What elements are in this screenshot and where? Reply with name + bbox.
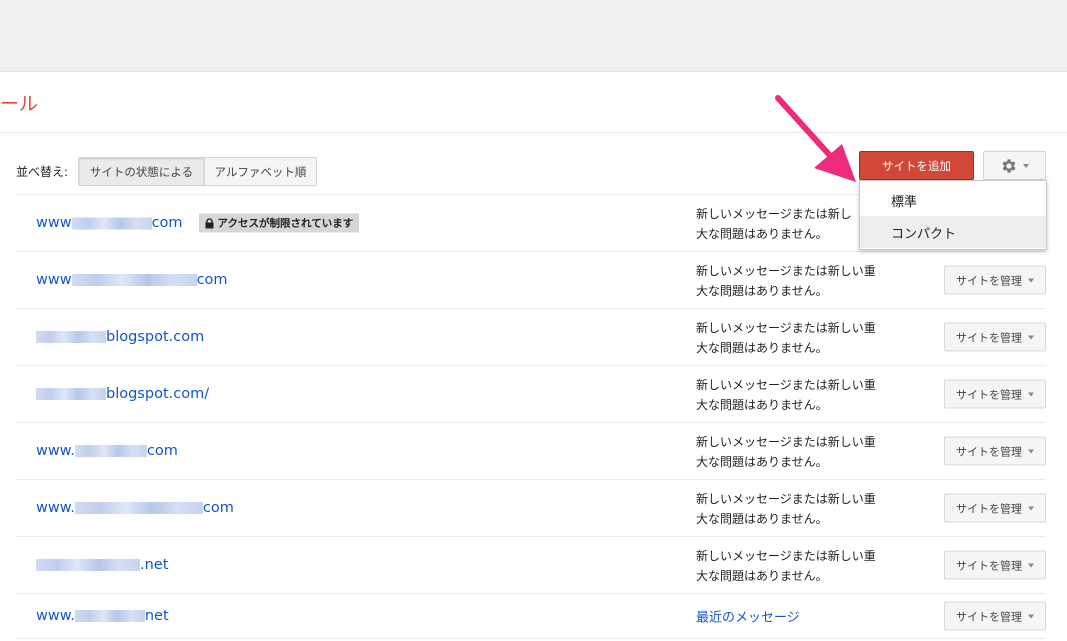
site-link[interactable]: .net bbox=[36, 557, 168, 573]
chevron-down-icon bbox=[1028, 506, 1034, 510]
redacted-text bbox=[36, 559, 140, 571]
site-message: 新しいメッセージまたは新しい重 大な問題はありません。 bbox=[696, 549, 876, 583]
site-message: 新しいメッセージまたは新しい重 大な問題はありません。 bbox=[696, 378, 876, 412]
site-message: 新しいメッセージまたは新しい重 大な問題はありません。 bbox=[696, 492, 876, 526]
status-badge: アクセスが制限されています bbox=[198, 213, 360, 233]
display-density-menu: 標準 コンパクト bbox=[859, 180, 1047, 250]
manage-site-button[interactable]: サイトを管理 bbox=[944, 550, 1046, 580]
lock-icon bbox=[205, 218, 214, 228]
site-message: 新しいメッセージまたは新しい重 大な問題はありません。 bbox=[696, 435, 876, 469]
manage-site-button[interactable]: サイトを管理 bbox=[944, 379, 1046, 409]
site-row: www. com 新しいメッセージまたは新しい重 大な問題はありません。 サイトを管… bbox=[16, 479, 1046, 536]
manage-site-button[interactable]: サイトを管理 bbox=[944, 493, 1046, 523]
site-row: blogspot.com/ 新しいメッセージまたは新しい重 大な問題はありません。… bbox=[16, 365, 1046, 422]
redacted-text bbox=[74, 445, 147, 457]
redacted-text bbox=[74, 610, 145, 622]
manage-site-button[interactable]: サイトを管理 bbox=[944, 436, 1046, 466]
title-divider bbox=[0, 132, 1067, 133]
site-message: 新しいメッセージまたは新しい重 大な問題はありません。 bbox=[696, 321, 876, 355]
chevron-down-icon bbox=[1028, 563, 1034, 567]
chevron-down-icon bbox=[1028, 392, 1034, 396]
page-title: ール bbox=[0, 93, 39, 115]
manage-site-button[interactable]: サイトを管理 bbox=[944, 322, 1046, 352]
site-link[interactable]: www com アクセスが制限されています bbox=[36, 213, 360, 233]
chevron-down-icon bbox=[1028, 449, 1034, 453]
sort-alphabetical-button[interactable]: アルファベット順 bbox=[204, 157, 317, 186]
site-row: .net 新しいメッセージまたは新しい重 大な問題はありません。 サイトを管理 bbox=[16, 536, 1046, 593]
site-row: www com 新しいメッセージまたは新しい重 大な問題はありません。 サイトを管理 bbox=[16, 251, 1046, 308]
chevron-down-icon bbox=[1028, 614, 1034, 618]
top-bar bbox=[0, 0, 1067, 72]
site-link[interactable]: blogspot.com bbox=[36, 329, 204, 345]
site-link[interactable]: blogspot.com/ bbox=[36, 386, 209, 402]
redacted-text bbox=[36, 331, 106, 343]
site-row: www. net 最近のメッセージ サイトを管理 bbox=[16, 593, 1046, 639]
sort-by-status-button[interactable]: サイトの状態による bbox=[78, 157, 205, 186]
add-site-button[interactable]: サイトを追加 bbox=[859, 151, 974, 180]
recent-messages-link[interactable]: 最近のメッセージ bbox=[696, 607, 800, 626]
site-link[interactable]: www. com bbox=[36, 500, 234, 516]
manage-site-button[interactable]: サイトを管理 bbox=[944, 265, 1046, 295]
redacted-text bbox=[71, 217, 152, 229]
site-link[interactable]: www. com bbox=[36, 443, 178, 459]
site-message: 新しいメッセージまたは新しい重 大な問題はありません。 bbox=[696, 264, 876, 298]
settings-button[interactable] bbox=[983, 151, 1046, 180]
site-row: blogspot.com 新しいメッセージまたは新しい重 大な問題はありません。 … bbox=[16, 308, 1046, 365]
site-row: www. com 新しいメッセージまたは新しい重 大な問題はありません。 サイトを管… bbox=[16, 422, 1046, 479]
manage-site-button[interactable]: サイトを管理 bbox=[944, 601, 1046, 631]
gear-icon bbox=[1002, 158, 1016, 173]
annotation-arrow bbox=[775, 95, 856, 182]
chevron-down-icon bbox=[1028, 335, 1034, 339]
site-link[interactable]: www com bbox=[36, 272, 228, 288]
menu-item-compact[interactable]: コンパクト bbox=[860, 216, 1046, 248]
site-link[interactable]: www. net bbox=[36, 608, 169, 624]
sort-label: 並べ替え: bbox=[16, 165, 69, 179]
chevron-down-icon bbox=[1023, 163, 1029, 168]
menu-item-standard[interactable]: 標準 bbox=[860, 184, 1046, 216]
chevron-down-icon bbox=[1028, 278, 1034, 282]
redacted-text bbox=[36, 388, 106, 400]
redacted-text bbox=[71, 274, 197, 286]
redacted-text bbox=[74, 502, 203, 514]
